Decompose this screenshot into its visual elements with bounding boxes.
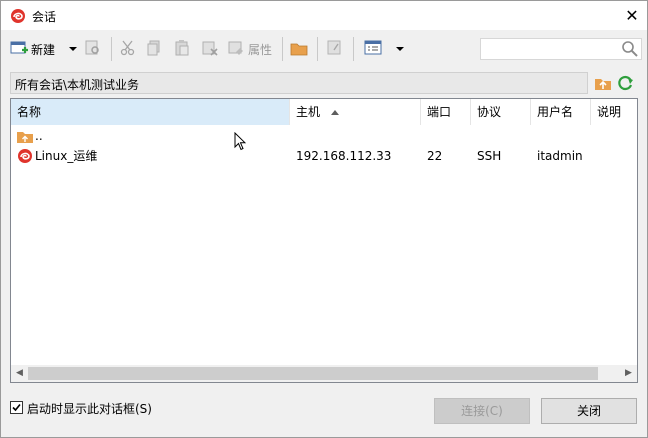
row-name: Linux_运维 xyxy=(35,149,98,163)
close-button[interactable]: 关闭 xyxy=(541,398,637,424)
column-header-host-label: 主机 xyxy=(296,105,321,119)
column-header-username[interactable]: 用户名 xyxy=(531,99,591,125)
window-icon xyxy=(327,40,341,55)
column-header-protocol[interactable]: 协议 xyxy=(471,99,531,125)
column-header-description[interactable]: 说明 xyxy=(591,99,637,125)
open-folder-icon[interactable] xyxy=(290,38,308,58)
toolbar-separator xyxy=(317,37,318,61)
column-header-host[interactable]: 主机 xyxy=(290,99,421,125)
cut-icon xyxy=(120,40,135,56)
new-session-icon[interactable] xyxy=(10,38,28,58)
window-title: 会话 xyxy=(32,10,57,24)
connect-button: 连接(C) xyxy=(434,398,530,424)
view-icon[interactable] xyxy=(364,38,382,58)
scrollbar-thumb[interactable] xyxy=(28,367,598,380)
mouse-cursor-icon xyxy=(234,132,246,151)
session-list[interactable]: 名称 主机 端口 协议 用户名 说明 .. Linux_运维 192.168.1… xyxy=(10,98,638,383)
row-protocol: SSH xyxy=(477,149,502,163)
horizontal-scrollbar[interactable]: ◀ ▶ xyxy=(11,365,637,382)
new-dropdown-arrow[interactable] xyxy=(69,47,77,51)
new-button[interactable]: 新建 xyxy=(31,41,55,58)
column-header-name[interactable]: 名称 xyxy=(11,99,290,125)
properties-icon xyxy=(228,41,243,55)
up-folder-icon[interactable] xyxy=(594,74,612,92)
copy-icon xyxy=(147,40,160,56)
view-dropdown-arrow[interactable] xyxy=(396,47,404,51)
startup-checkbox-label[interactable]: 启动时显示此对话框(S) xyxy=(27,400,152,417)
paste-icon xyxy=(175,40,189,56)
table-row-session[interactable]: Linux_运维 192.168.112.33 22 SSH itadmin xyxy=(11,146,637,166)
properties-button: 属性 xyxy=(248,43,273,57)
close-window-button[interactable]: ✕ xyxy=(617,1,647,31)
search-input[interactable] xyxy=(480,38,642,60)
refresh-icon[interactable] xyxy=(617,74,635,92)
find-icon xyxy=(85,40,99,55)
toolbar-separator xyxy=(353,37,354,61)
scroll-left-icon[interactable]: ◀ xyxy=(11,365,28,382)
row-name: .. xyxy=(35,129,43,143)
row-host: 192.168.112.33 xyxy=(296,149,392,163)
search-icon[interactable] xyxy=(621,40,639,58)
column-header-port[interactable]: 端口 xyxy=(421,99,471,125)
delete-icon xyxy=(202,41,218,56)
table-row-parent[interactable]: .. xyxy=(11,126,637,146)
sort-ascending-icon xyxy=(331,110,339,115)
checkmark-icon xyxy=(12,403,21,412)
toolbar-separator xyxy=(111,37,112,61)
startup-checkbox[interactable] xyxy=(10,401,23,414)
xshell-logo-icon xyxy=(11,9,25,23)
row-username: itadmin xyxy=(537,149,583,163)
title-bar: 会话 ✕ xyxy=(0,0,648,31)
toolbar-separator xyxy=(282,37,283,61)
list-header: 名称 主机 端口 协议 用户名 说明 xyxy=(11,99,637,125)
session-path-bar: 所有会话\本机测试业务 xyxy=(10,72,588,94)
row-port: 22 xyxy=(427,149,443,163)
scroll-right-icon[interactable]: ▶ xyxy=(620,365,637,382)
session-path: 所有会话\本机测试业务 xyxy=(15,78,140,92)
